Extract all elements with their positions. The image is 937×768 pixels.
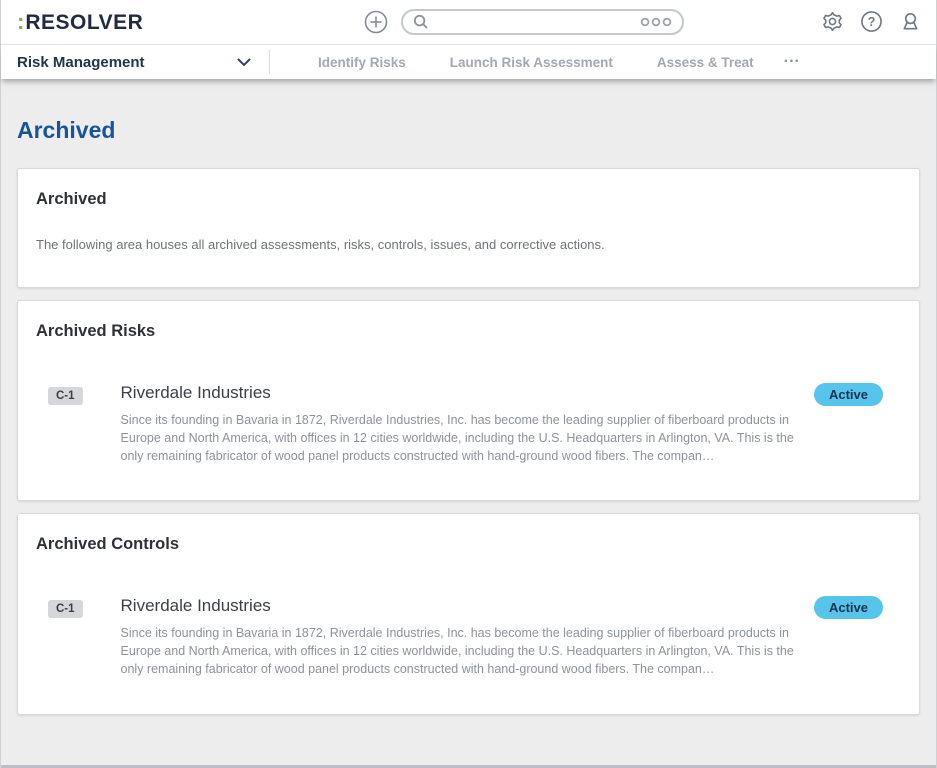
item-id-badge: C-1 (48, 387, 83, 405)
item-title[interactable]: Riverdale Industries (121, 596, 814, 616)
help-icon: ? (860, 10, 883, 33)
gear-icon (821, 10, 844, 33)
svg-text:?: ? (868, 15, 876, 29)
logo-colon: : (17, 9, 25, 34)
search-input[interactable] (437, 14, 640, 30)
search-options-icon[interactable] (640, 17, 672, 27)
item-main: Riverdale Industries Since its founding … (121, 383, 814, 465)
app-selector-label: Risk Management (17, 53, 145, 71)
item-title[interactable]: Riverdale Industries (121, 383, 814, 403)
chevron-down-icon (237, 58, 251, 67)
app-selector-dropdown[interactable]: Risk Management (1, 45, 269, 79)
card-description: The following area houses all archived a… (36, 237, 605, 252)
nav-bar: Risk Management Identify Risks Launch Ri… (1, 44, 936, 79)
status-badge: Active (813, 383, 883, 406)
search-icon (413, 14, 429, 30)
logo-wordmark: RESOLVER (25, 11, 144, 34)
user-icon (899, 10, 922, 33)
list-item[interactable]: C-1 Riverdale Industries Since its found… (36, 596, 901, 678)
card-archived-risks: Archived Risks C-1 Riverdale Industries … (17, 300, 920, 502)
user-menu-button[interactable] (899, 10, 922, 33)
settings-button[interactable] (821, 10, 844, 33)
card-heading: Archived Risks (36, 322, 156, 340)
item-id-badge: C-1 (48, 600, 83, 619)
item-description: Since its founding in Bavaria in 1872, R… (120, 413, 794, 463)
help-button[interactable]: ? (860, 10, 883, 33)
card-heading: Archived (36, 190, 107, 208)
more-tabs-icon[interactable]: ... (776, 49, 808, 65)
list-item[interactable]: C-1 Riverdale Industries Since its found… (36, 383, 901, 465)
tab-identify-risks[interactable]: Identify Risks (296, 55, 428, 70)
card-heading: Archived Controls (36, 535, 180, 554)
app-header: : RESOLVER ? (1, 0, 936, 44)
nav-tabs: Identify Risks Launch Risk Assessment As… (296, 49, 808, 72)
tab-launch-risk-assessment[interactable]: Launch Risk Assessment (428, 55, 635, 70)
tab-assess-and-treat[interactable]: Assess & Treat (635, 55, 776, 70)
page-title: Archived (17, 117, 116, 143)
card-archived-controls: Archived Controls C-1 Riverdale Industri… (17, 513, 920, 715)
card-archived-intro: Archived The following area houses all a… (17, 168, 920, 288)
resolver-logo[interactable]: : RESOLVER (17, 9, 143, 35)
plus-circle-icon (364, 10, 388, 34)
main-content: Archived Archived The following area hou… (1, 117, 936, 715)
create-button[interactable] (364, 10, 388, 34)
item-main: Riverdale Industries Since its founding … (121, 596, 814, 678)
status-badge: Active (813, 596, 883, 620)
nav-divider (269, 50, 270, 74)
search-bar[interactable] (401, 9, 684, 35)
item-description: Since its founding in Bavaria in 1872, R… (120, 626, 794, 676)
